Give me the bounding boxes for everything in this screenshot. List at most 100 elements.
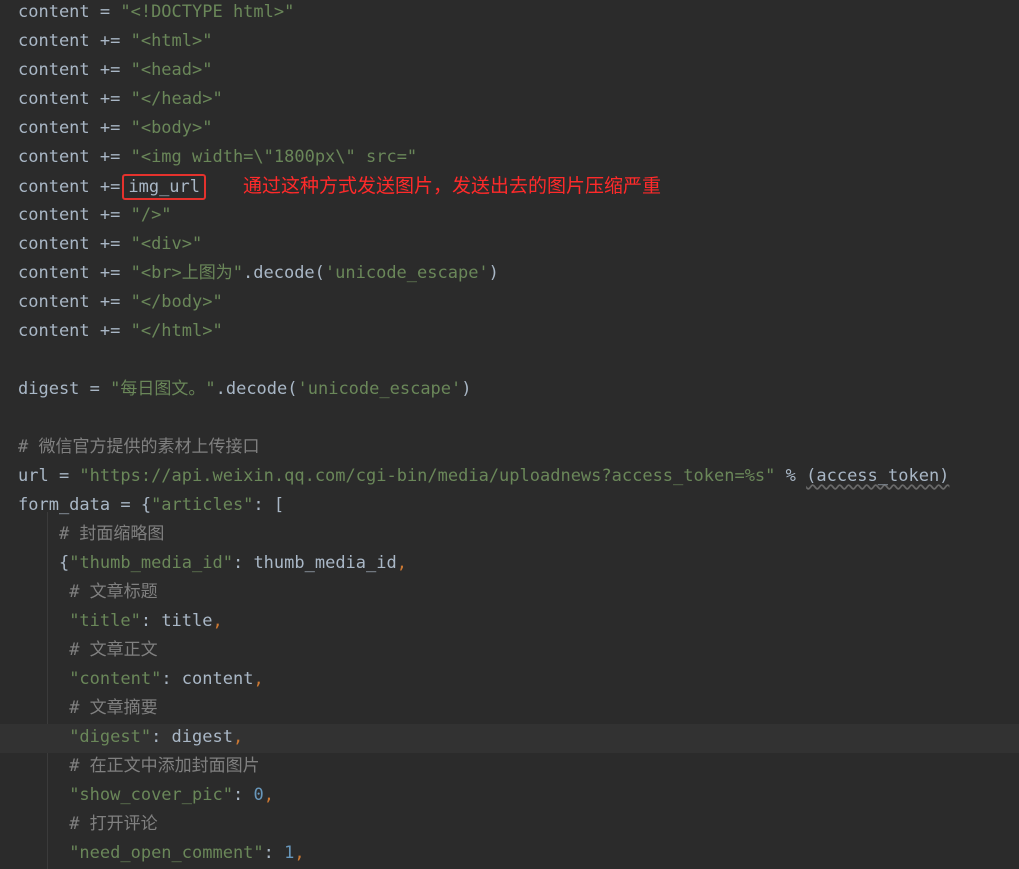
code-token: content += <box>18 292 131 312</box>
code-token: content += <box>18 147 131 167</box>
code-token: "<body>" <box>130 118 213 138</box>
code-token: content = <box>18 2 121 22</box>
code-line[interactable]: "show_cover_pic": 0, <box>0 782 1019 811</box>
code-line[interactable]: "title": title, <box>0 608 1019 637</box>
code-line[interactable]: "digest": digest, <box>0 724 1019 753</box>
code-token: % <box>775 466 807 486</box>
code-line[interactable]: content += "</head>" <box>0 86 1019 115</box>
code-line[interactable]: content += "<body>" <box>0 115 1019 144</box>
code-token: content += <box>18 205 131 225</box>
code-line[interactable]: content = "<!DOCTYPE html>" <box>0 0 1019 28</box>
annotation-text: 通过这种方式发送图片，发送出去的图片压缩严重 <box>243 175 662 197</box>
code-token: # 文章摘要 <box>69 698 158 718</box>
code-token: { <box>58 553 70 573</box>
code-token: # 文章正文 <box>69 640 158 660</box>
code-token: "show_cover_pic" <box>69 785 233 805</box>
code-token: # 文章标题 <box>69 582 158 602</box>
code-line[interactable]: digest = "每日图文。".decode('unicode_escape'… <box>0 376 1019 405</box>
code-token: "articles" <box>151 495 254 515</box>
code-token: content += <box>18 321 131 341</box>
code-token: # 在正文中添加封面图片 <box>69 756 260 776</box>
code-line[interactable]: {"thumb_media_id": thumb_media_id, <box>0 550 1019 579</box>
code-token: , <box>212 611 223 631</box>
code-token: "https://api.weixin.qq.com/cgi-bin/media… <box>79 466 776 486</box>
code-line[interactable]: # 在正文中添加封面图片 <box>0 753 1019 782</box>
code-line[interactable]: content += "</body>" <box>0 289 1019 318</box>
code-line[interactable]: # 封面缩略图 <box>0 521 1019 550</box>
code-token: : thumb_media_id <box>232 553 397 573</box>
code-token: url = <box>18 466 80 486</box>
code-token: , <box>263 785 274 805</box>
code-line[interactable] <box>0 347 1019 376</box>
code-line[interactable]: content += "</html>" <box>0 318 1019 347</box>
code-token: # 微信官方提供的素材上传接口 <box>18 437 260 457</box>
code-line[interactable]: # 微信官方提供的素材上传接口 <box>0 434 1019 463</box>
code-token: "<!DOCTYPE html>" <box>120 2 295 22</box>
code-line[interactable]: content += "<div>" <box>0 231 1019 260</box>
code-token: content += <box>18 31 131 51</box>
code-token: : content <box>161 669 254 689</box>
code-token: , <box>253 669 264 689</box>
code-line[interactable]: # 文章标题 <box>0 579 1019 608</box>
code-token: "content" <box>69 669 162 689</box>
code-token: : <box>263 843 285 863</box>
code-line[interactable]: "content": content, <box>0 666 1019 695</box>
code-token: : <box>232 785 254 805</box>
code-token: content += <box>18 263 131 283</box>
code-token: "</body>" <box>130 292 223 312</box>
code-line[interactable] <box>0 405 1019 434</box>
code-line[interactable]: # 文章摘要 <box>0 695 1019 724</box>
code-token: "<head>" <box>130 60 213 80</box>
code-token: content += <box>18 234 131 254</box>
code-line[interactable]: # 文章正文 <box>0 637 1019 666</box>
code-line[interactable]: url = "https://api.weixin.qq.com/cgi-bin… <box>0 463 1019 492</box>
code-line[interactable]: "need_open_comment": 1, <box>0 840 1019 869</box>
code-line[interactable]: content += "<html>" <box>0 28 1019 57</box>
code-token: 'unicode_escape' <box>324 263 489 283</box>
code-token: (access_token) <box>806 466 950 486</box>
code-token: ) <box>488 263 499 283</box>
code-token: , <box>396 553 407 573</box>
code-line[interactable]: form_data = {"articles": [ <box>0 492 1019 521</box>
code-token: content += <box>18 89 131 109</box>
code-line[interactable]: content += "<img width=\"1800px\" src=" <box>0 144 1019 173</box>
code-token: 'unicode_escape' <box>297 379 462 399</box>
code-token: , <box>294 843 305 863</box>
code-token: content += <box>18 118 131 138</box>
code-token: content += <box>18 177 121 197</box>
code-token: content += <box>18 60 131 80</box>
code-token: 0 <box>253 785 264 805</box>
code-line[interactable]: content += "<head>" <box>0 57 1019 86</box>
code-line[interactable]: content += "<br>上图为".decode('unicode_esc… <box>0 260 1019 289</box>
code-token: "<img width=\"1800px\" src=" <box>130 147 418 167</box>
code-token: digest = <box>18 379 111 399</box>
code-line[interactable]: content += "/>" <box>0 202 1019 231</box>
code-token: .decode( <box>215 379 298 399</box>
code-token: "</head>" <box>130 89 223 109</box>
code-token: , <box>232 727 244 747</box>
code-token: : title <box>140 611 213 631</box>
code-token: "title" <box>69 611 141 631</box>
code-token: "need_open_comment" <box>69 843 264 863</box>
code-token: "<html>" <box>130 31 213 51</box>
code-token: .decode( <box>243 263 325 283</box>
code-token: 1 <box>284 843 295 863</box>
code-token: ) <box>461 379 472 399</box>
code-line[interactable]: # 打开评论 <box>0 811 1019 840</box>
code-token: "digest" <box>69 727 152 747</box>
code-token: "<div>" <box>130 234 203 254</box>
code-token: form_data = { <box>18 495 152 515</box>
code-token: "thumb_media_id" <box>69 553 233 573</box>
code-editor[interactable]: content = "<!DOCTYPE html>" content += "<… <box>0 0 1019 869</box>
code-token: : [ <box>253 495 285 515</box>
code-token: "每日图文。" <box>110 379 216 399</box>
